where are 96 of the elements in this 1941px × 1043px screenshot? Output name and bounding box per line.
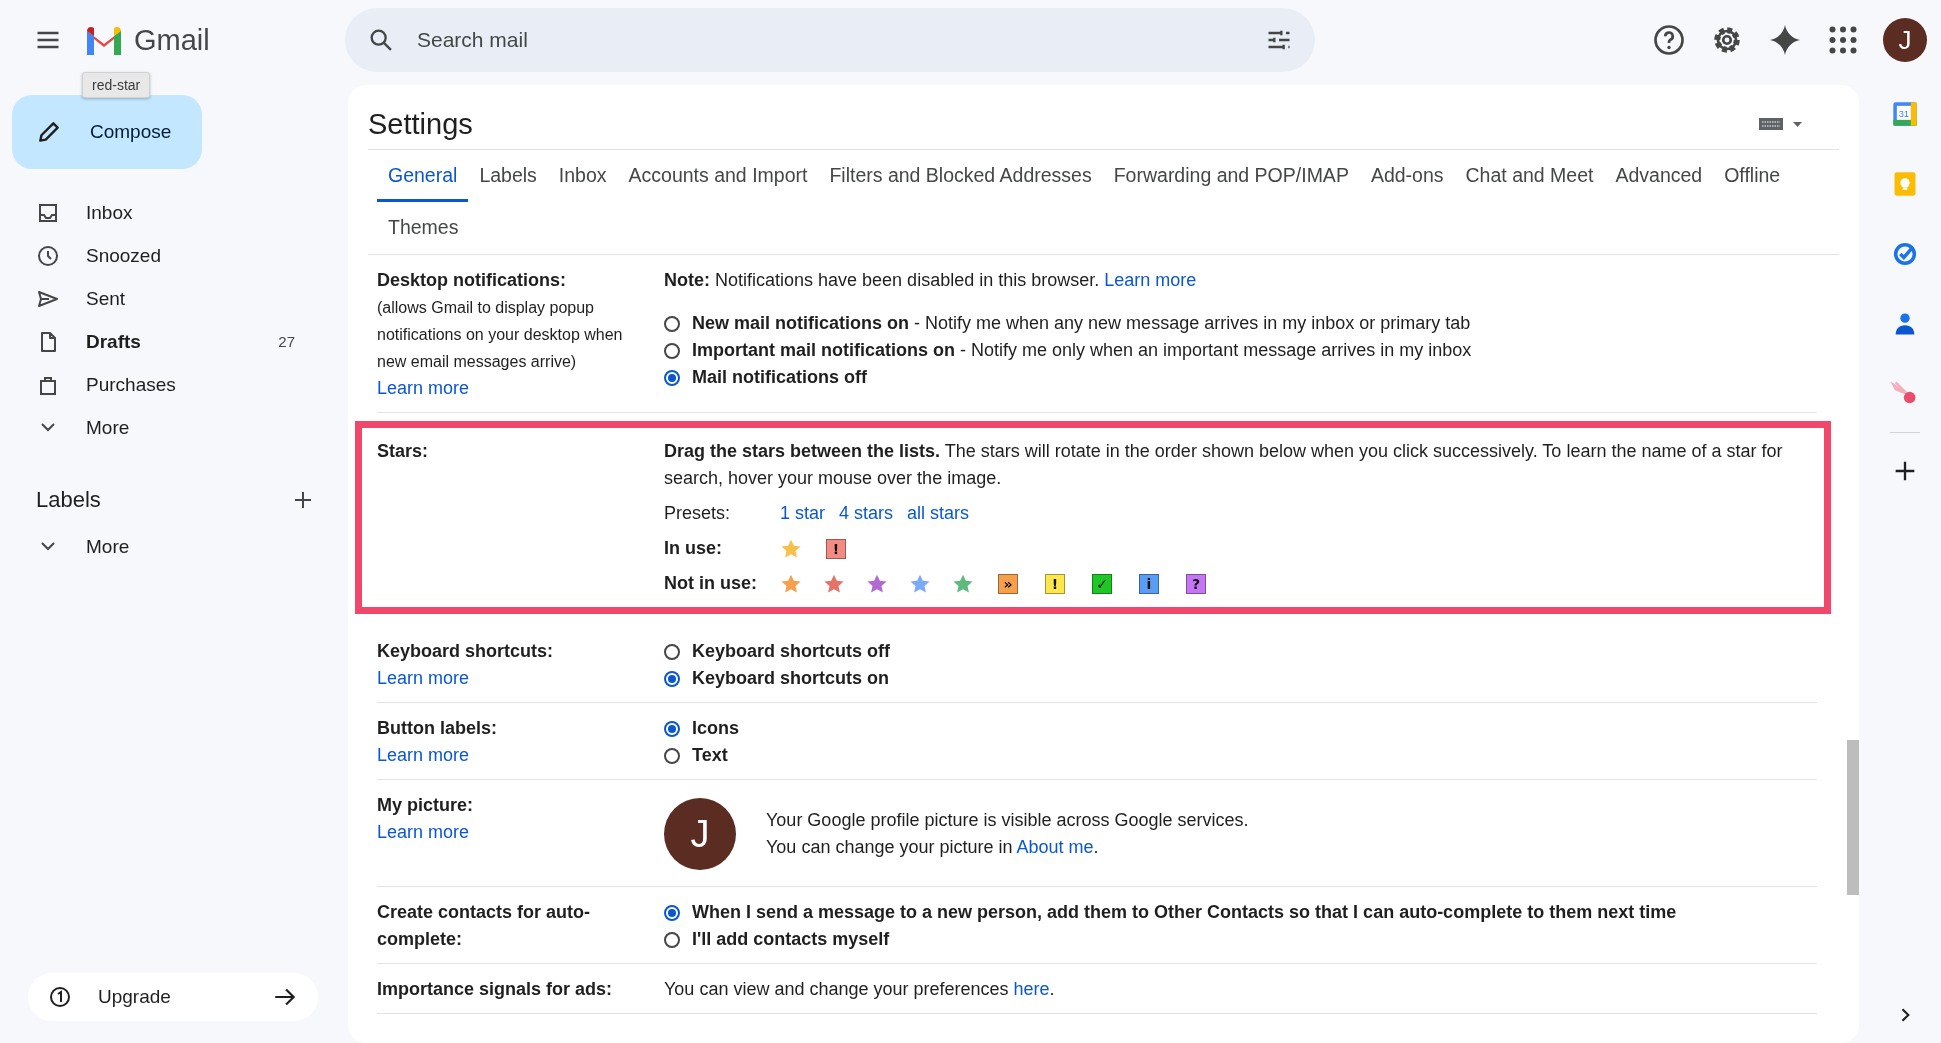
nav-item[interactable]: Drafts 27 [0, 320, 325, 363]
nav-item[interactable]: Inbox [0, 191, 325, 234]
preset-link[interactable]: 1 star [780, 500, 826, 527]
search-field[interactable]: Search mail [345, 8, 1315, 72]
presets-label: Presets: [664, 502, 732, 525]
option-label: Icons [692, 717, 739, 740]
learn-more-link[interactable]: Learn more [377, 742, 470, 769]
search-input[interactable]: Search mail [415, 27, 1245, 53]
nav-label: More [86, 416, 130, 439]
page-title: Settings [368, 107, 473, 141]
star-badge[interactable]: ? [1186, 573, 1206, 594]
stars-instructions: Drag the stars between the lists. The stars will rotate in the order shown below when you click successively. To learn the name of a star for search, hover your mouse over the image. [664, 440, 1784, 490]
star-badge[interactable]: i [1139, 573, 1159, 594]
settings-tab[interactable]: Accounts and Import [617, 150, 819, 202]
setting-label: Create contacts for auto-complete: [377, 901, 592, 951]
nav-label: More [86, 535, 130, 558]
nav-item[interactable]: More [0, 525, 325, 568]
option-label: New mail notifications on - Notify me when any new message arrives in my inbox or primary tab [692, 312, 1471, 335]
upgrade-button[interactable]: Upgrade [28, 973, 318, 1021]
not-in-use-label: Not in use: [664, 572, 758, 595]
learn-more-link[interactable]: Learn more [377, 375, 470, 402]
option-label: Keyboard shortcuts off [692, 640, 891, 663]
setting-label: Keyboard shortcuts: [377, 640, 554, 663]
settings-tab[interactable]: Themes [377, 202, 470, 254]
nav-label: Drafts [86, 330, 141, 353]
picture-info: You can change your picture in About me. [766, 836, 1099, 859]
option-label: Mail notifications off [692, 366, 867, 389]
settings-tab[interactable]: Chat and Meet [1454, 150, 1605, 202]
setting-label: Importance signals for ads: [377, 978, 613, 1001]
settings-tab[interactable]: Labels [468, 150, 548, 202]
radio-button[interactable] [664, 670, 680, 687]
option-label: When I send a message to a new person, add them to Other Contacts so that I can auto-complete to them next time [692, 901, 1677, 924]
nav-label: Inbox [86, 201, 133, 224]
check-circle-icon[interactable] [1891, 240, 1919, 268]
radio-button[interactable] [664, 342, 680, 359]
option-label: Text [692, 744, 728, 767]
setting-label: Desktop notifications: [377, 269, 566, 292]
radio-button[interactable] [664, 720, 680, 737]
setting-label: My picture: [377, 794, 473, 817]
picture-info: Your Google profile picture is visible across Google services. [766, 809, 1249, 832]
radio-button[interactable] [664, 369, 680, 386]
settings-tab[interactable]: Filters and Blocked Addresses [818, 150, 1103, 202]
nav-item[interactable]: More [0, 406, 325, 449]
mail-logo-icon [84, 25, 124, 55]
star-badge[interactable]: » [998, 573, 1018, 594]
radio-button[interactable] [664, 931, 680, 948]
radio-button[interactable] [664, 904, 680, 921]
star-badge[interactable]: ✓ [1092, 573, 1112, 594]
number-one-icon [48, 985, 72, 1009]
settings-tab[interactable]: Add-ons [1359, 150, 1455, 202]
nav-item[interactable]: Sent [0, 277, 325, 320]
account-avatar[interactable]: J [1883, 18, 1927, 62]
star-badge[interactable]: ! [826, 538, 846, 559]
learn-more-link[interactable]: Learn more [377, 665, 470, 692]
learn-more-link[interactable]: Learn more [1104, 270, 1197, 290]
setting-label: Button labels: [377, 717, 497, 740]
preset-link[interactable]: 4 stars [839, 500, 894, 527]
labels-heading: Labels [36, 487, 101, 513]
in-use-label: In use: [664, 537, 723, 560]
settings-tab[interactable]: Inbox [547, 150, 618, 202]
preset-link[interactable]: all stars [907, 500, 970, 527]
settings-tab[interactable]: General [377, 150, 469, 202]
setting-text: You can view and change your preferences here. [664, 978, 1055, 1001]
option-label: I'll add contacts myself [692, 928, 890, 951]
option-label: Important mail notifications on - Notify me only when an important message arrives in my inbox [692, 339, 1472, 362]
profile-avatar[interactable]: J [664, 798, 736, 870]
scrollbar-thumb[interactable] [1847, 740, 1859, 895]
compose-button[interactable]: Compose [12, 95, 202, 169]
unread-count: 27 [278, 333, 295, 350]
star-badge[interactable]: ! [1045, 573, 1065, 594]
learn-more-link[interactable]: Learn more [377, 819, 470, 846]
about-me-link[interactable]: About me [1016, 837, 1094, 857]
radio-button[interactable] [664, 643, 680, 660]
calendar-icon[interactable]: 31 [1891, 100, 1919, 128]
option-label: Keyboard shortcuts on [692, 667, 890, 690]
setting-label: Stars: [377, 440, 429, 463]
pencil-icon [36, 119, 62, 145]
chevron-icon [41, 542, 55, 551]
radio-button[interactable] [664, 747, 680, 764]
clock-icon [36, 243, 60, 268]
nav-label: Purchases [86, 373, 176, 396]
here-link[interactable]: here [1013, 979, 1050, 999]
nav-item[interactable]: Snoozed [0, 234, 325, 277]
product-name: Gmail [134, 23, 210, 57]
note-text: Note: Notifications have been disabled in this browser. Learn more [664, 269, 1197, 292]
settings-tab[interactable]: Offline [1713, 150, 1792, 202]
nav-label: Snoozed [86, 244, 161, 267]
settings-tab[interactable]: Advanced [1604, 150, 1714, 202]
tooltip: red-star [82, 72, 151, 98]
setting-description: (allows Gmail to display popup notifications on your desktop when new email messages arrive) [377, 298, 624, 372]
nav-label: Sent [86, 287, 126, 310]
settings-tab[interactable]: Forwarding and POP/IMAP [1102, 150, 1360, 202]
help-icon[interactable] [1651, 22, 1687, 58]
nav-item[interactable]: Purchases [0, 363, 325, 406]
chevron-icon [41, 423, 55, 432]
radio-button[interactable] [664, 315, 680, 332]
